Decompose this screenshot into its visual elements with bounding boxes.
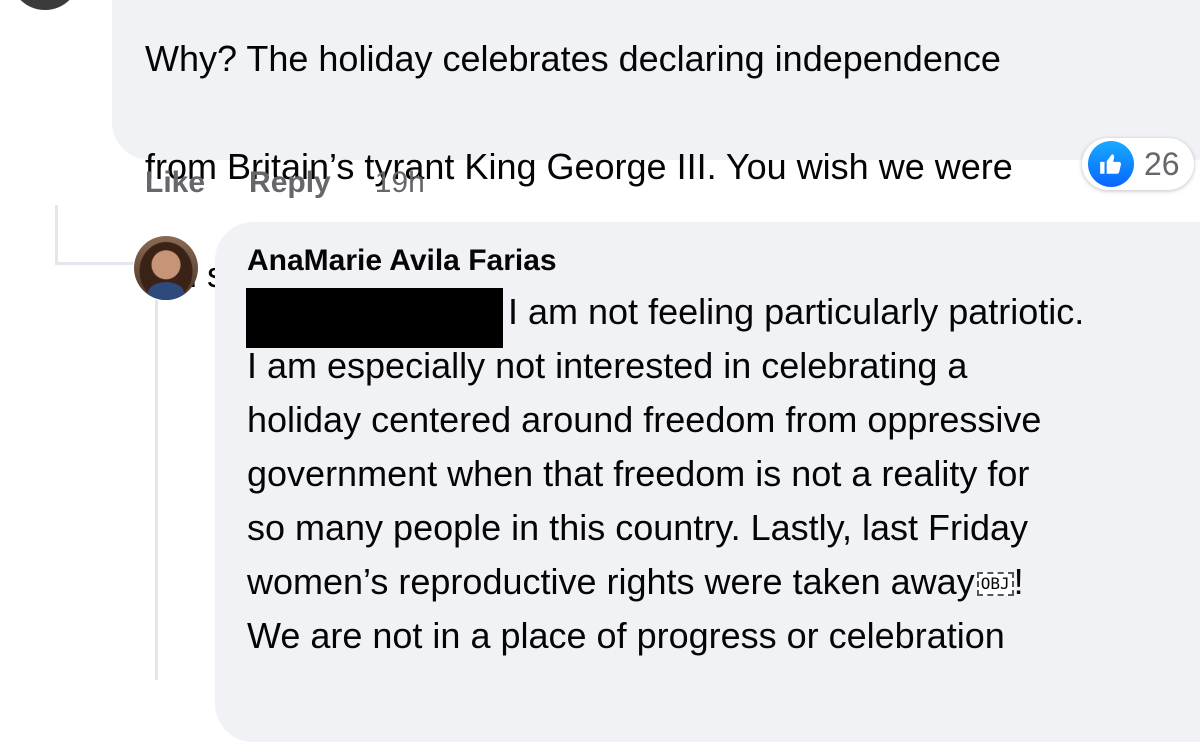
comment-timestamp[interactable]: 19h: [375, 166, 425, 200]
comment-line: women’s reproductive rights were taken a…: [247, 561, 975, 602]
comment-line: government when that freedom is not a re…: [247, 453, 1030, 494]
like-button[interactable]: Like: [145, 166, 205, 200]
avatar-figure: [148, 282, 184, 300]
reaction-count: 26: [1144, 145, 1180, 182]
thread-connector: [155, 300, 158, 680]
comment-line: We are not in a place of progress or cel…: [247, 615, 1005, 656]
comment-line: so many people in this country. Lastly, …: [247, 507, 1029, 548]
like-icon: [1088, 141, 1134, 187]
comment-line: Why? The holiday celebrates declaring in…: [145, 38, 1001, 79]
comment-line: I am not feeling particularly patriotic.: [508, 291, 1085, 332]
reaction-badge[interactable]: 26: [1082, 138, 1194, 190]
comment-line: I am especially not interested in celebr…: [247, 345, 968, 386]
avatar[interactable]: [134, 236, 198, 300]
comment-line-suffix: !: [1013, 561, 1024, 602]
thread-connector: [55, 205, 58, 265]
comment-actions: Like Reply 19h: [145, 166, 425, 200]
comment-author[interactable]: AnaMarie Avila Farias: [247, 244, 557, 278]
reply-button[interactable]: Reply: [249, 166, 331, 200]
previous-commenter-avatar[interactable]: [10, 0, 80, 10]
thread-connector: [55, 262, 133, 265]
comment-line: holiday centered around freedom from opp…: [247, 399, 1042, 440]
comment-line-with-emoji: women’s reproductive rights were taken a…: [247, 555, 1024, 609]
emoji-placeholder-icon: OBJ: [976, 572, 1014, 597]
